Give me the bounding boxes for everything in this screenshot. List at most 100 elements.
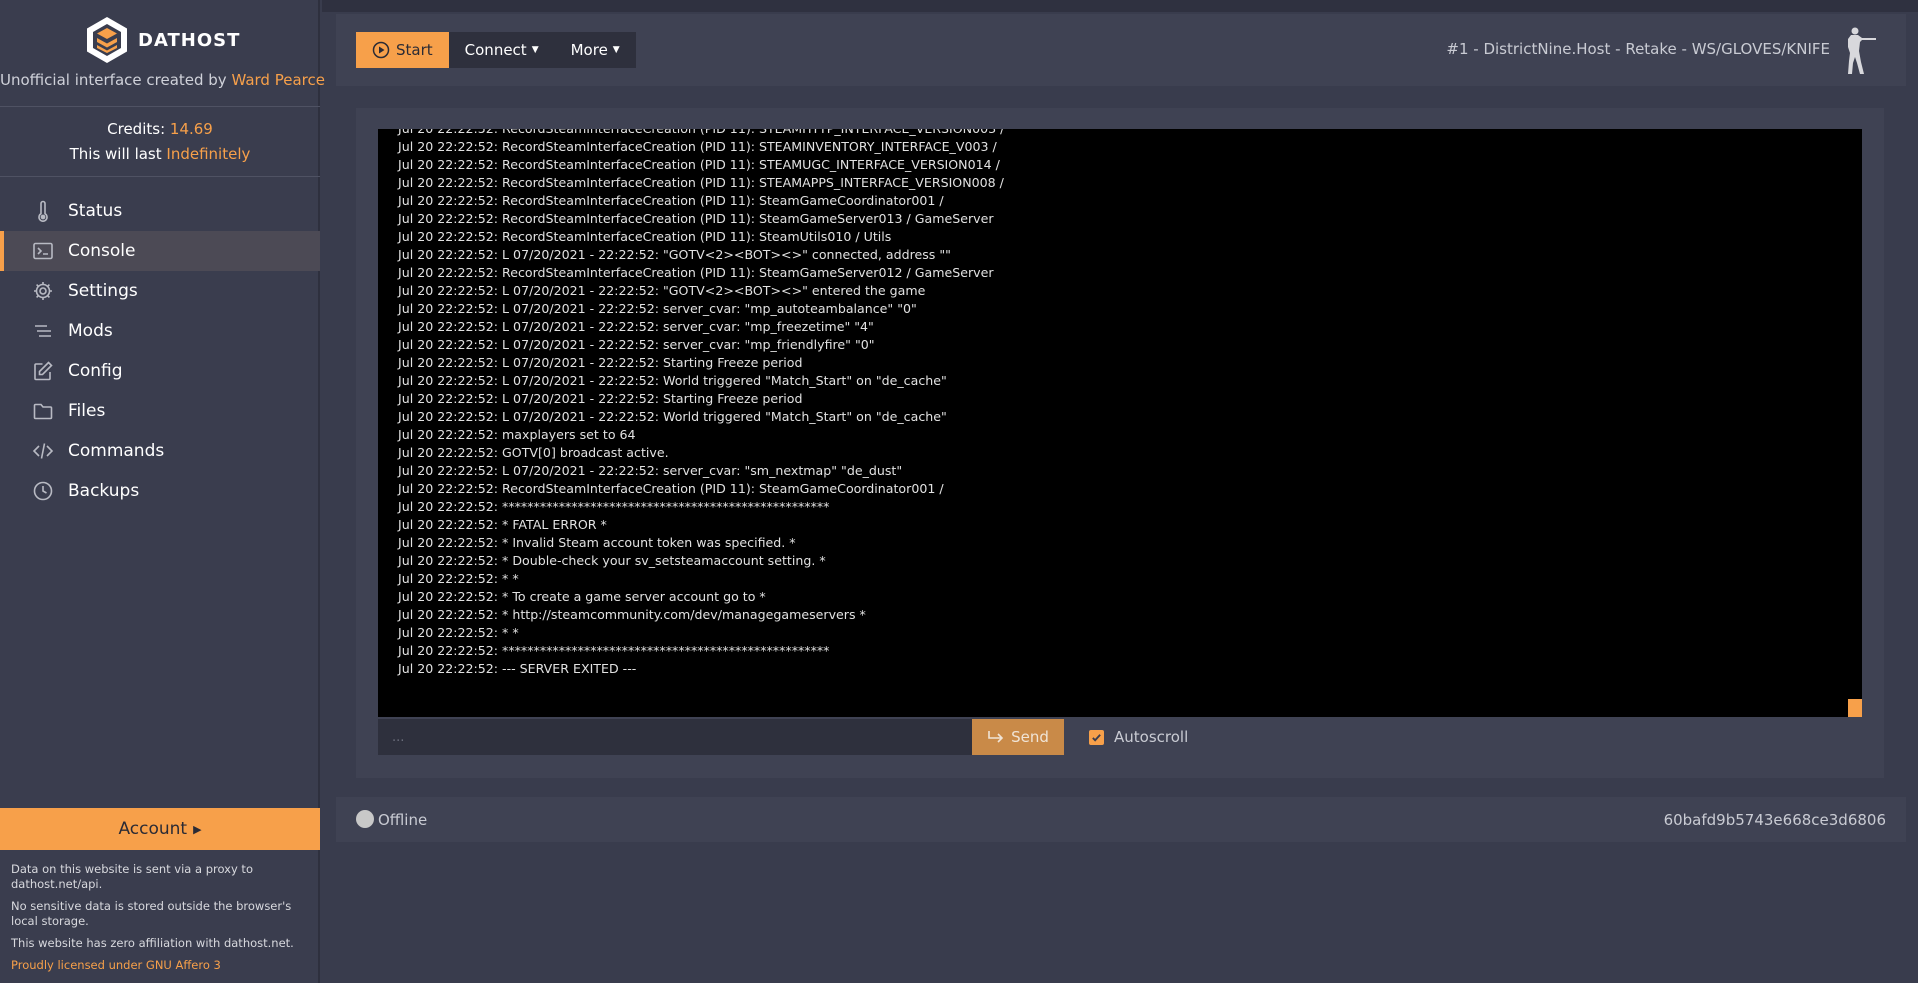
start-label: Start: [396, 41, 433, 59]
credits-label: Credits:: [107, 120, 166, 138]
console-line: Jul 20 22:22:52: * To create a game serv…: [398, 589, 766, 604]
sidebar-item-mods[interactable]: Mods: [0, 311, 320, 351]
top-strip: [322, 0, 1918, 12]
console-line: Jul 20 22:22:52: RecordSteamInterfaceCre…: [398, 211, 994, 226]
autoscroll-checkbox[interactable]: Autoscroll: [1089, 728, 1188, 746]
duration-value: Indefinitely: [166, 145, 251, 163]
status-text: Offline: [378, 811, 428, 829]
console-output[interactable]: Jul 20 22:22:52: RecordSteamInterfaceCre…: [378, 129, 1862, 717]
footer-note: Data on this website is sent via a proxy…: [11, 862, 253, 891]
sidebar-item-label: Files: [68, 401, 106, 421]
console-line: Jul 20 22:22:52: L 07/20/2021 - 22:22:52…: [398, 337, 875, 352]
console-line: Jul 20 22:22:52: * *: [398, 571, 519, 586]
console-line: Jul 20 22:22:52: maxplayers set to 64: [398, 427, 636, 442]
sidebar-item-label: Status: [68, 201, 123, 221]
sidebar-item-label: Settings: [68, 281, 138, 301]
credits-info: Credits: 14.69: [0, 120, 320, 138]
server-id: 60bafd9b5743e668ce3d6806: [1663, 811, 1886, 829]
console-panel: Jul 20 22:22:52: RecordSteamInterfaceCre…: [356, 108, 1884, 778]
console-line: Jul 20 22:22:52: RecordSteamInterfaceCre…: [398, 265, 994, 280]
action-toolbar: Start Connect ▼ More ▼: [356, 32, 636, 68]
send-button[interactable]: Send: [972, 719, 1064, 755]
console-line: Jul 20 22:22:52: ***********************…: [398, 499, 830, 514]
gear-icon: [34, 282, 52, 300]
license-link[interactable]: Proudly licensed under GNU Affero 3: [11, 958, 221, 972]
console-line: Jul 20 22:22:52: RecordSteamInterfaceCre…: [398, 229, 892, 244]
command-input[interactable]: [378, 719, 972, 755]
header: Start Connect ▼ More ▼ #1 - DistrictNine…: [336, 14, 1906, 86]
sidebar-item-backups[interactable]: Backups: [0, 471, 320, 511]
sidebar-item-label: Backups: [68, 481, 140, 501]
console-line: Jul 20 22:22:52: L 07/20/2021 - 22:22:52…: [398, 283, 926, 298]
footer-note: This website has zero affiliation with d…: [11, 936, 294, 950]
credits-value: 14.69: [169, 120, 213, 138]
sidebar-item-label: Mods: [68, 321, 113, 341]
console-line: Jul 20 22:22:52: RecordSteamInterfaceCre…: [398, 193, 944, 208]
console-line: Jul 20 22:22:52: L 07/20/2021 - 22:22:52…: [398, 409, 947, 424]
footer-notes: Data on this website is sent via a proxy…: [11, 862, 311, 958]
sidebar-item-status[interactable]: Status: [0, 191, 320, 231]
scrollbar-thumb[interactable]: [1848, 699, 1862, 717]
console-line: Jul 20 22:22:52: * Double-check your sv_…: [398, 553, 826, 568]
sidebar-item-files[interactable]: Files: [0, 391, 320, 431]
sidebar-item-settings[interactable]: Settings: [0, 271, 320, 311]
console-line: Jul 20 22:22:52: L 07/20/2021 - 22:22:52…: [398, 463, 903, 478]
status-bar: Offline 60bafd9b5743e668ce3d6806: [336, 797, 1906, 842]
duration-info: This will last Indefinitely: [0, 145, 320, 163]
connect-dropdown[interactable]: Connect ▼: [448, 32, 555, 68]
footer-note: No sensitive data is stored outside the …: [11, 899, 292, 928]
autoscroll-label: Autoscroll: [1114, 728, 1189, 746]
console-line: Jul 20 22:22:52: L 07/20/2021 - 22:22:52…: [398, 319, 874, 334]
credit-line: Unofficial interface created by Ward Pea…: [0, 71, 325, 89]
caret-down-icon: ▼: [612, 45, 620, 55]
checkbox-box[interactable]: [1089, 729, 1104, 745]
caret-down-icon: ▼: [531, 45, 539, 55]
sidebar-item-config[interactable]: Config: [0, 351, 320, 391]
more-label: More: [570, 41, 608, 59]
sidebar-item-label: Console: [68, 241, 136, 261]
check-icon: [1092, 733, 1101, 742]
sidebar: DATHOST Unofficial interface created by …: [0, 0, 325, 983]
play-circle-icon: [372, 41, 390, 59]
server-name: #1 - DistrictNine.Host - Retake - WS/GLO…: [1446, 40, 1830, 58]
thermometer-icon: [38, 200, 48, 222]
clock-icon: [33, 481, 53, 501]
lines-icon: [35, 325, 51, 337]
logo[interactable]: DATHOST: [86, 16, 240, 64]
send-arrow-icon: [988, 731, 1004, 743]
sidebar-item-label: Config: [68, 361, 123, 381]
folder-icon: [33, 403, 53, 420]
console-line: Jul 20 22:22:52: * FATAL ERROR *: [398, 517, 607, 532]
dathost-logo-icon: [87, 17, 127, 63]
sidebar-nav: Status Console Settings Mods Config File…: [0, 191, 320, 511]
console-line: Jul 20 22:22:52: L 07/20/2021 - 22:22:52…: [398, 301, 917, 316]
console-line: Jul 20 22:22:52: L 07/20/2021 - 22:22:52…: [398, 373, 947, 388]
console-line: Jul 20 22:22:52: ***********************…: [398, 643, 830, 658]
console-line: Jul 20 22:22:52: RecordSteamInterfaceCre…: [398, 129, 1004, 138]
console-line: Jul 20 22:22:52: L 07/20/2021 - 22:22:52…: [398, 391, 803, 406]
console-line: Jul 20 22:22:52: * Invalid Steam account…: [398, 535, 796, 550]
status-indicator: [356, 810, 374, 828]
more-dropdown[interactable]: More ▼: [554, 32, 636, 68]
edit-icon: [34, 361, 53, 381]
sidebar-item-commands[interactable]: Commands: [0, 431, 320, 471]
console-lines: Jul 20 22:22:52: RecordSteamInterfaceCre…: [398, 129, 1004, 678]
logo-text: DATHOST: [138, 29, 241, 51]
caret-right-icon: ▶: [193, 822, 202, 836]
duration-label: This will last: [69, 145, 162, 163]
console-line: Jul 20 22:22:52: RecordSteamInterfaceCre…: [398, 175, 1004, 190]
credit-prefix: Unofficial interface created by: [0, 71, 227, 89]
command-row: Send Autoscroll: [378, 719, 1188, 755]
divider: [0, 176, 320, 177]
console-line: Jul 20 22:22:52: RecordSteamInterfaceCre…: [398, 139, 997, 154]
console-line: Jul 20 22:22:52: RecordSteamInterfaceCre…: [398, 481, 944, 496]
soldier-icon: [1848, 27, 1876, 74]
account-button[interactable]: Account ▶: [0, 808, 320, 850]
console-line: Jul 20 22:22:52: --- SERVER EXITED ---: [398, 661, 637, 676]
start-button[interactable]: Start: [356, 32, 449, 68]
console-line: Jul 20 22:22:52: RecordSteamInterfaceCre…: [398, 157, 1000, 172]
console-line: Jul 20 22:22:52: L 07/20/2021 - 22:22:52…: [398, 355, 803, 370]
code-icon: [32, 443, 54, 459]
sidebar-item-console[interactable]: Console: [0, 231, 320, 271]
author-link[interactable]: Ward Pearce: [231, 71, 325, 89]
